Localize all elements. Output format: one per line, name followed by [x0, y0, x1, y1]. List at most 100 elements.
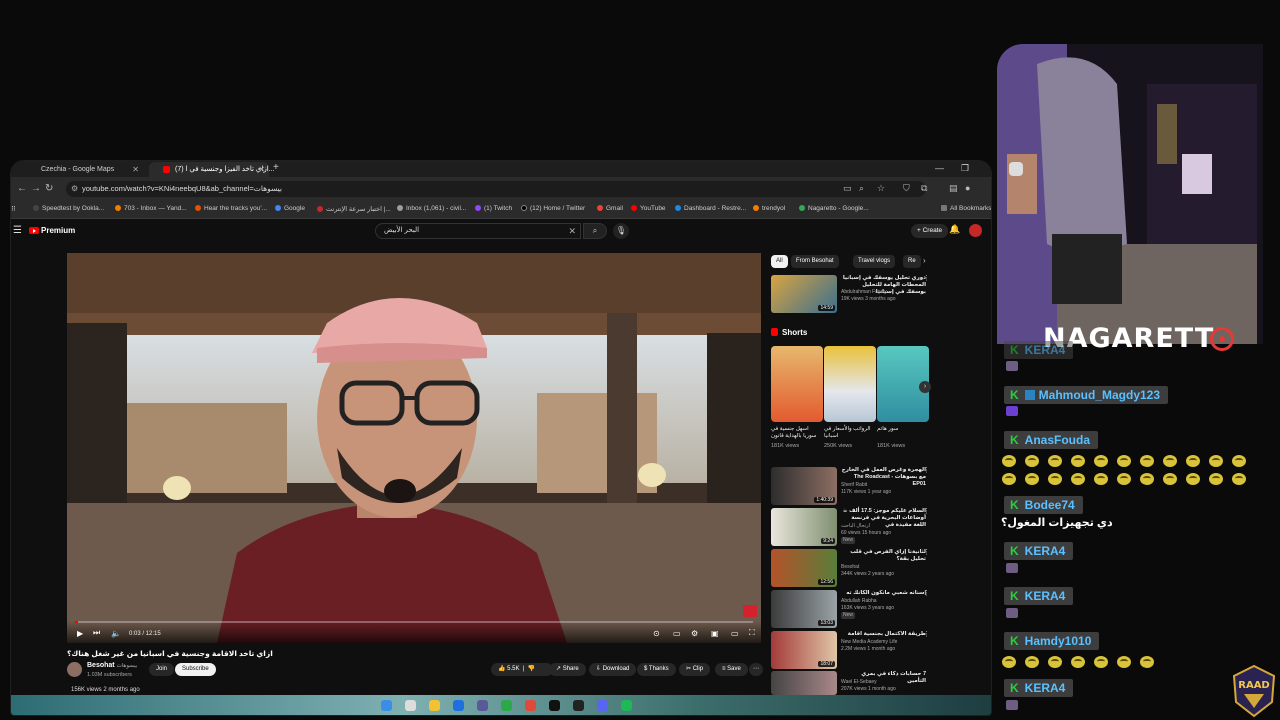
- bookmark-youtube[interactable]: YouTube: [631, 205, 666, 212]
- rec-title[interactable]: |سنانه شعبي مانكون الكانك ته: [841, 590, 926, 597]
- tab-google-maps[interactable]: Czechia - Google Maps ✕: [15, 162, 143, 177]
- rec-thumbnail[interactable]: 14:59: [771, 275, 837, 313]
- bookmark-star-icon[interactable]: ☆: [877, 183, 885, 194]
- rec-channel[interactable]: Sherif Rabit: [841, 482, 926, 489]
- rec-channel[interactable]: Besohat: [841, 564, 926, 571]
- chat-username[interactable]: K KERA4: [1004, 679, 1074, 697]
- save-button[interactable]: ≡ Save: [715, 663, 748, 676]
- bookmark-twitter[interactable]: (12) Home / Twitter: [521, 205, 585, 212]
- rec-thumbnail[interactable]: [771, 671, 837, 695]
- microphone-icon[interactable]: 🎙: [613, 223, 629, 239]
- rec-thumbnail[interactable]: 18:07: [771, 631, 837, 669]
- next-icon[interactable]: ⏭: [93, 628, 100, 638]
- obs-icon[interactable]: [549, 700, 560, 711]
- subscribe-button[interactable]: Subscribe: [175, 663, 216, 676]
- spotify-icon[interactable]: [621, 700, 632, 711]
- chat-username[interactable]: K Hamdy1010: [1004, 632, 1100, 650]
- profile-icon[interactable]: ●: [965, 183, 970, 193]
- rec-thumbnail[interactable]: 12:56: [771, 549, 837, 587]
- chip-from-channel[interactable]: From Besohat: [791, 255, 839, 268]
- bookmark-hear-tracks[interactable]: Hear the tracks you'...: [195, 205, 267, 212]
- cast-icon[interactable]: ▤: [949, 183, 958, 194]
- all-bookmarks[interactable]: All Bookmarks: [941, 205, 991, 212]
- rec-thumbnail[interactable]: 13:03: [771, 590, 837, 628]
- channel-avatar[interactable]: [67, 662, 82, 677]
- subtitles-icon[interactable]: ▭: [673, 629, 681, 638]
- tab-youtube-video[interactable]: (7) ازاي تاخد الفيزا وجنسية في ا... ✕: [149, 162, 275, 177]
- bookmark-google[interactable]: Google: [275, 205, 305, 212]
- close-icon[interactable]: ✕: [132, 162, 139, 177]
- more-vert-icon[interactable]: ⋮: [923, 274, 930, 282]
- rec-thumbnail[interactable]: 9:24: [771, 508, 837, 546]
- theater-mode-icon[interactable]: ▭: [731, 629, 739, 638]
- rec-channel[interactable]: Abdulrahman Fawzy: [841, 289, 926, 296]
- site-info-icon[interactable]: ⚙: [71, 181, 78, 197]
- chrome-icon[interactable]: [525, 700, 536, 711]
- rec-channel[interactable]: ارتحال الباحث: [841, 523, 926, 530]
- bookmark-trendyol[interactable]: trendyol: [753, 205, 785, 212]
- more-actions-button[interactable]: ⋯: [749, 663, 763, 676]
- app-icon[interactable]: [573, 700, 584, 711]
- rec-thumbnail[interactable]: 1:40:39: [771, 467, 837, 505]
- apps-grid-icon[interactable]: ⠿: [11, 205, 16, 213]
- chat-username[interactable]: K AnasFouda: [1004, 431, 1099, 449]
- bookmark-gmail[interactable]: Gmail: [597, 205, 623, 212]
- short-thumbnail[interactable]: [771, 346, 823, 422]
- like-dislike-button[interactable]: 👍 5.5K | 👎: [491, 663, 553, 676]
- bookmark-nagaretto[interactable]: Nagaretto - Google...: [799, 205, 869, 212]
- chat-username[interactable]: K Bodee74: [1004, 496, 1083, 514]
- channel-name[interactable]: Besohat بيسوهات: [87, 662, 137, 669]
- autoplay-toggle-icon[interactable]: ⊙: [653, 629, 660, 638]
- url-field[interactable]: ⚙ youtube.com/watch?v=KNi4neebqU8&ab_cha…: [66, 181, 926, 197]
- chip-travel-vlogs[interactable]: Travel vlogs: [853, 255, 896, 268]
- download-button[interactable]: ⇩ Download: [589, 663, 637, 676]
- new-tab-plus-icon[interactable]: +: [273, 162, 279, 173]
- youtube-logo[interactable]: Premium: [29, 226, 75, 235]
- start-windows-icon[interactable]: [381, 700, 392, 711]
- zoom-icon[interactable]: ⌕: [859, 183, 864, 194]
- volume-icon[interactable]: 🔈: [111, 629, 121, 638]
- minimize-icon[interactable]: —: [935, 163, 944, 173]
- bookmark-inbox[interactable]: Inbox (1,061) - civil...: [397, 205, 466, 212]
- rec-title[interactable]: لثانيةنا إزاي الفرص في قلب تحليل بقة؟: [841, 549, 926, 563]
- clip-button[interactable]: ✂ Clip: [679, 663, 711, 676]
- search-input[interactable]: البحر الأبيض ✕: [375, 223, 581, 239]
- extensions-icon[interactable]: ⧉: [921, 183, 927, 194]
- hamburger-menu-icon[interactable]: ☰: [13, 225, 22, 236]
- settings-gear-icon[interactable]: ⚙: [691, 629, 698, 638]
- more-vert-icon[interactable]: ⋮: [923, 466, 930, 474]
- more-vert-icon[interactable]: ⋮: [923, 507, 930, 515]
- chat-username[interactable]: K KERA4: [1004, 542, 1074, 560]
- create-button[interactable]: + Create: [911, 224, 949, 238]
- chat-username[interactable]: K Mahmoud_Magdy123: [1004, 386, 1169, 404]
- shield-icon[interactable]: ⛉: [903, 183, 910, 194]
- thanks-button[interactable]: $ Thanks: [637, 663, 676, 676]
- forward-arrow-icon[interactable]: →: [31, 183, 41, 194]
- short-title[interactable]: الرواتب والأسعار في اسبانيا: [824, 426, 872, 440]
- back-arrow-icon[interactable]: ←: [17, 183, 27, 194]
- account-avatar[interactable]: [969, 224, 982, 237]
- bookmark-twitch[interactable]: (1) Twitch: [475, 205, 512, 212]
- chat-username[interactable]: K KERA4: [1004, 587, 1074, 605]
- bookmark-restream[interactable]: Dashboard - Restre...: [675, 205, 746, 212]
- shorts-next-arrow-icon[interactable]: ›: [919, 381, 931, 393]
- more-vert-icon[interactable]: ⋮: [923, 589, 930, 597]
- fullscreen-icon[interactable]: ⛶: [749, 628, 755, 638]
- search-button[interactable]: ⌕: [583, 223, 607, 239]
- more-vert-icon[interactable]: ⋮: [923, 630, 930, 638]
- app-icon[interactable]: [477, 700, 488, 711]
- search-icon[interactable]: [405, 700, 416, 711]
- chat-username[interactable]: K KERA4: [1004, 341, 1074, 359]
- play-icon[interactable]: ▶: [77, 629, 83, 638]
- bookmark-speedtest[interactable]: Speedtest by Ookla...: [33, 205, 104, 212]
- file-explorer-icon[interactable]: [429, 700, 440, 711]
- progress-bar[interactable]: [75, 621, 753, 623]
- rec-title[interactable]: طريقة الاكتمال بجنسية اقامة: [841, 631, 926, 638]
- miniplayer-icon[interactable]: ▣: [711, 629, 719, 638]
- rec-channel[interactable]: Wael El-Sebaey: [841, 679, 926, 686]
- rec-channel[interactable]: New Media Academy Life: [841, 639, 926, 646]
- clear-search-icon[interactable]: ✕: [568, 224, 576, 238]
- install-icon[interactable]: ▭: [843, 183, 852, 194]
- maximize-icon[interactable]: ❐: [961, 163, 969, 174]
- rec-channel[interactable]: Abdullah Rabha: [841, 598, 926, 605]
